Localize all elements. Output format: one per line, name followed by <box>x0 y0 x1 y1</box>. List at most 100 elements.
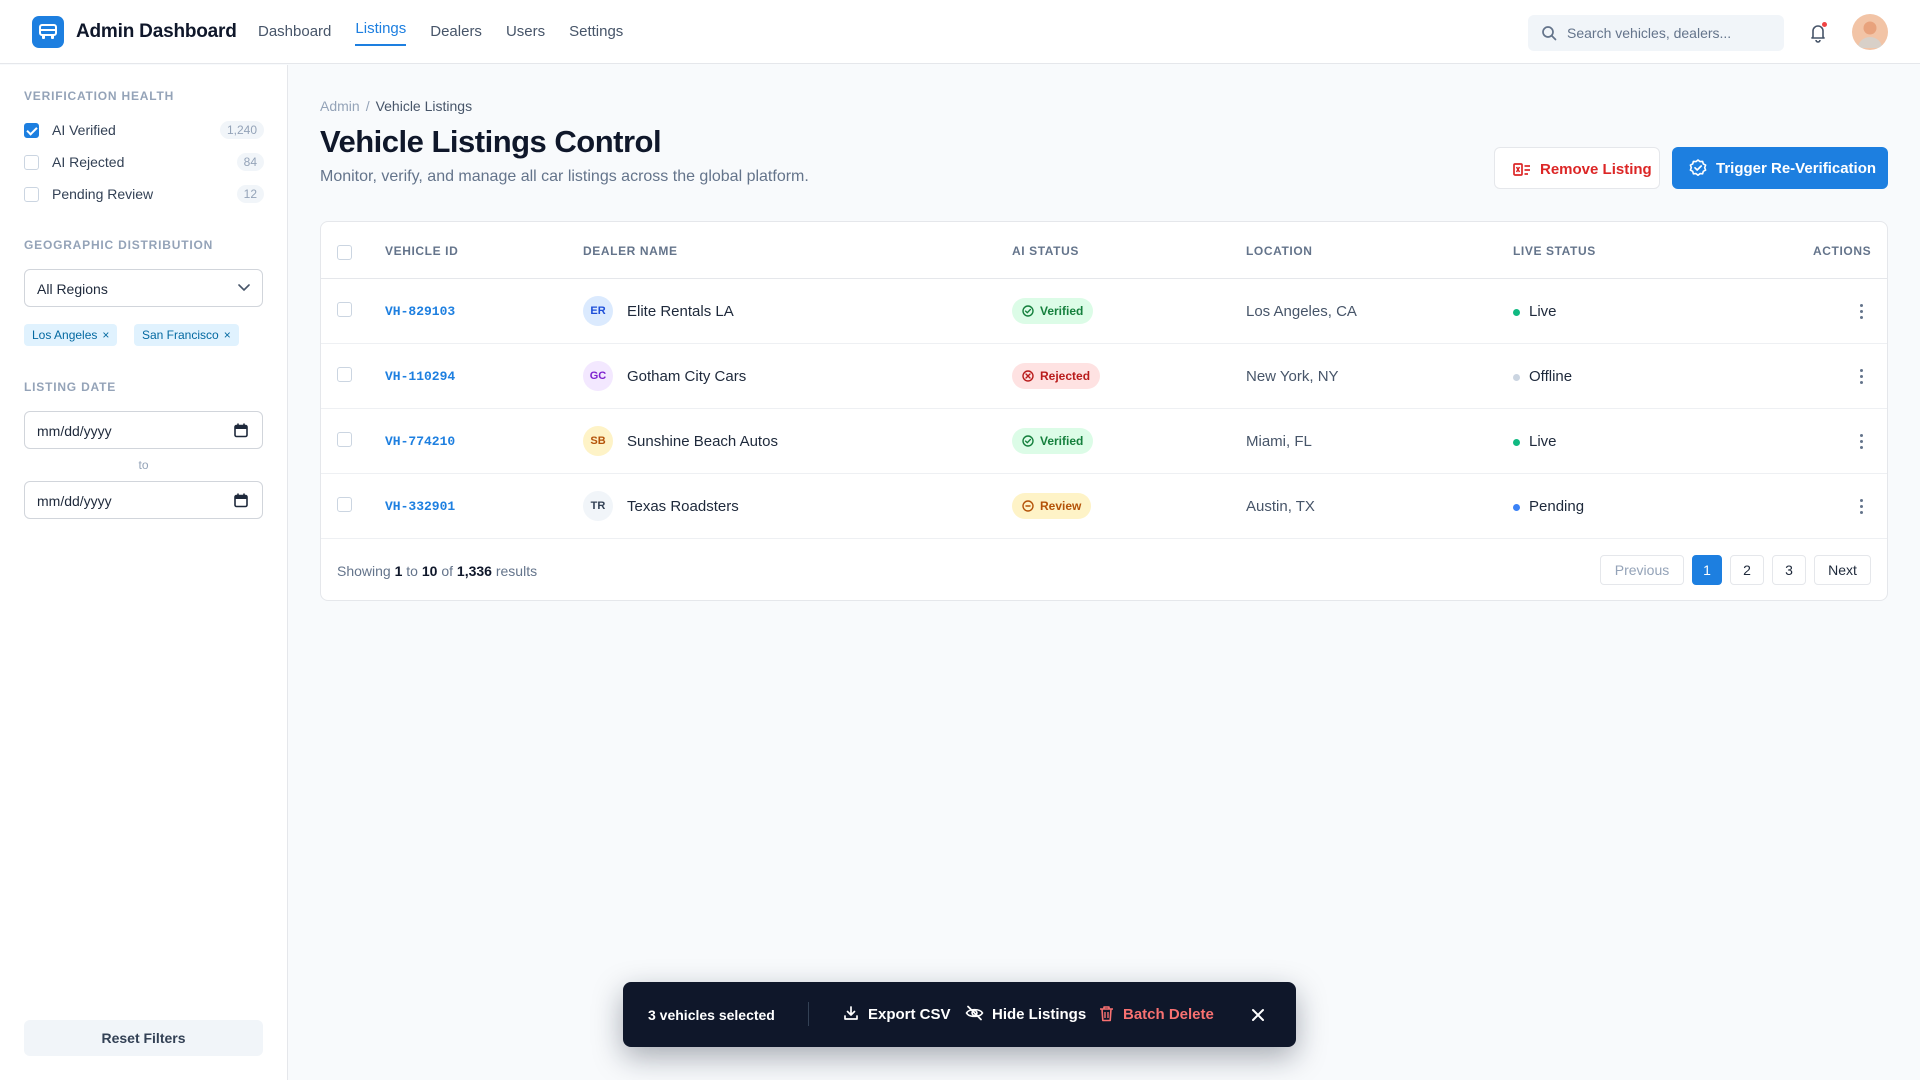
row-checkbox[interactable] <box>337 432 352 447</box>
car-logo-icon[interactable] <box>32 16 64 48</box>
download-icon <box>844 1006 858 1020</box>
header-ai-status[interactable]: AI STATUS <box>1012 244 1079 258</box>
nav-dashboard[interactable]: Dashboard <box>258 0 331 64</box>
date-to-field[interactable]: mm/dd/yyyy <box>24 481 263 519</box>
close-icon[interactable]: × <box>102 328 109 342</box>
status-dot <box>1513 309 1520 316</box>
live-status: Offline <box>1513 368 1572 385</box>
check-circle-icon <box>1022 305 1034 317</box>
header-live-status[interactable]: LIVE STATUS <box>1513 244 1596 258</box>
user-avatar[interactable] <box>1852 14 1888 50</box>
hide-listings-label: Hide Listings <box>992 1006 1087 1023</box>
breadcrumb-admin[interactable]: Admin <box>320 98 360 114</box>
status-dot <box>1513 504 1520 511</box>
table-row[interactable]: VH-829103 ER Elite Rentals LA Verified L… <box>321 279 1887 344</box>
more-vertical-icon[interactable] <box>1851 301 1871 321</box>
select-all-checkbox[interactable] <box>337 245 352 260</box>
previous-page-button[interactable]: Previous <box>1600 555 1684 585</box>
filter-count: 84 <box>236 153 264 171</box>
chevron-down-icon <box>238 284 250 292</box>
batch-delete-button[interactable]: Batch Delete <box>1099 1004 1217 1024</box>
calendar-icon[interactable] <box>234 493 248 508</box>
main-nav: Dashboard Listings Dealers Users Setting… <box>258 0 647 64</box>
dealer-avatar: SB <box>583 426 613 456</box>
vehicle-id-link[interactable]: VH-774210 <box>385 434 455 449</box>
calendar-icon[interactable] <box>234 423 248 438</box>
header-dealer-name[interactable]: DEALER NAME <box>583 244 678 258</box>
notification-bell-icon[interactable] <box>1808 22 1828 44</box>
filter-pending-review[interactable]: Pending Review 12 <box>24 184 264 204</box>
x-circle-icon <box>1022 370 1034 382</box>
page-3-button[interactable]: 3 <box>1772 555 1806 585</box>
listing-date-title: LISTING DATE <box>24 380 117 394</box>
more-vertical-icon[interactable] <box>1851 496 1871 516</box>
filter-label: AI Verified <box>52 122 116 138</box>
results-prefix: Showing <box>337 563 391 579</box>
results-from: 1 <box>394 563 403 579</box>
nav-users[interactable]: Users <box>506 0 545 64</box>
reset-filters-button[interactable]: Reset Filters <box>24 1020 263 1056</box>
results-suffix: results <box>495 563 538 579</box>
row-checkbox[interactable] <box>337 302 352 317</box>
nav-dealers[interactable]: Dealers <box>430 0 482 64</box>
date-from-value: mm/dd/yyyy <box>37 423 112 439</box>
export-csv-button[interactable]: Export CSV <box>843 1004 953 1024</box>
row-checkbox[interactable] <box>337 497 352 512</box>
filter-count: 1,240 <box>219 121 264 139</box>
filter-sidebar: VERIFICATION HEALTH AI Verified 1,240 AI… <box>0 65 288 1080</box>
remove-listing-button[interactable]: Remove Listing <box>1494 147 1660 189</box>
chip-label: Los Angeles <box>32 328 98 342</box>
dealer-name: Texas Roadsters <box>627 498 739 515</box>
row-checkbox[interactable] <box>337 367 352 382</box>
ai-status-badge: Verified <box>1012 298 1094 324</box>
vehicle-id-link[interactable]: VH-110294 <box>385 369 455 384</box>
more-vertical-icon[interactable] <box>1851 431 1871 451</box>
dealer-avatar: GC <box>583 361 613 391</box>
table-row[interactable]: VH-774210 SB Sunshine Beach Autos Verifi… <box>321 409 1887 474</box>
nav-listings[interactable]: Listings <box>355 0 406 64</box>
divider <box>808 1002 809 1026</box>
live-status: Pending <box>1513 498 1584 515</box>
page-1-button[interactable]: 1 <box>1692 555 1722 585</box>
more-vertical-icon[interactable] <box>1851 366 1871 386</box>
chip-los-angeles[interactable]: Los Angeles × <box>24 324 118 346</box>
filter-ai-verified[interactable]: AI Verified 1,240 <box>24 120 264 140</box>
dealer-name: Elite Rentals LA <box>627 303 734 320</box>
close-icon[interactable]: × <box>224 328 231 342</box>
search-input[interactable] <box>1567 15 1777 51</box>
search-box <box>1528 15 1784 51</box>
trigger-reverification-button[interactable]: Trigger Re-Verification <box>1672 147 1888 189</box>
hide-listings-button[interactable]: Hide Listings <box>965 1004 1087 1024</box>
checkbox-ai-verified[interactable] <box>24 123 39 138</box>
table-row[interactable]: VH-332901 TR Texas Roadsters Review Aust… <box>321 474 1887 539</box>
date-from-field[interactable]: mm/dd/yyyy <box>24 411 263 449</box>
checkbox-ai-rejected[interactable] <box>24 155 39 170</box>
header-location[interactable]: LOCATION <box>1246 244 1313 258</box>
checkbox-pending-review[interactable] <box>24 187 39 202</box>
chip-san-francisco[interactable]: San Francisco × <box>134 324 239 346</box>
chip-label: San Francisco <box>142 328 219 342</box>
filter-label: AI Rejected <box>52 154 125 170</box>
date-range-to-label: to <box>138 458 149 472</box>
vehicle-id-link[interactable]: VH-332901 <box>385 499 455 514</box>
close-icon[interactable] <box>1250 1007 1266 1023</box>
dealer-avatar: ER <box>583 296 613 326</box>
next-page-button[interactable]: Next <box>1814 555 1871 585</box>
header-vehicle-id[interactable]: VEHICLE ID <box>385 244 458 258</box>
live-status: Live <box>1513 303 1557 320</box>
live-status: Live <box>1513 433 1557 450</box>
dealer-avatar: TR <box>583 491 613 521</box>
results-of-word: of <box>441 563 454 579</box>
nav-settings[interactable]: Settings <box>569 0 623 64</box>
trash-icon <box>1100 1006 1113 1022</box>
breadcrumb: Admin / Vehicle Listings <box>320 98 472 114</box>
filter-ai-rejected[interactable]: AI Rejected 84 <box>24 152 264 172</box>
region-select[interactable]: All Regions <box>24 269 263 307</box>
top-bar: Admin Dashboard Dashboard Listings Deale… <box>0 0 1920 64</box>
page-2-button[interactable]: 2 <box>1730 555 1764 585</box>
vehicle-id-link[interactable]: VH-829103 <box>385 304 455 319</box>
ai-status-text: Verified <box>1040 434 1084 448</box>
date-to-value: mm/dd/yyyy <box>37 493 112 509</box>
table-row[interactable]: VH-110294 GC Gotham City Cars Rejected N… <box>321 344 1887 409</box>
results-summary: Showing 1 to 10 of 1,336 results <box>337 563 537 579</box>
